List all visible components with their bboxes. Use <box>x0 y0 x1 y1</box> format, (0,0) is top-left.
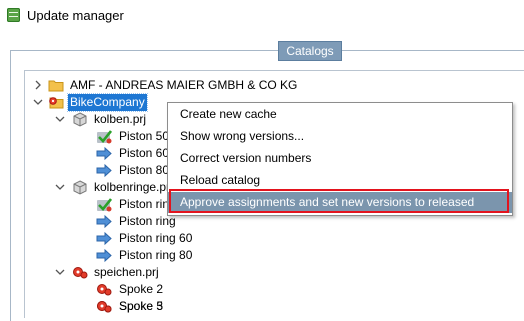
tree-node-label: Piston 50 <box>119 129 170 143</box>
tree-node-label: Spoke 5 <box>119 299 164 313</box>
check-icon <box>96 197 113 212</box>
spoke-gear-icon <box>96 299 112 314</box>
tree-node-label: kolben.prj <box>94 112 147 126</box>
menu-item-create-new-cache[interactable]: Create new cache <box>168 104 512 125</box>
project-cube-icon <box>72 180 88 195</box>
tree-node-spoke-2[interactable]: Spoke 2 <box>25 264 524 296</box>
window-title: Update manager <box>27 8 124 23</box>
chevron-down-icon[interactable] <box>55 114 65 124</box>
database-icon <box>7 8 20 22</box>
menu-item-correct-version-numbers[interactable]: Correct version numbers <box>168 148 512 169</box>
folder-gear-icon <box>48 95 64 110</box>
tree-node-piston-ring-80[interactable]: Piston ring 80 <box>25 230 524 263</box>
tree-node-spoke-5[interactable]: Spoke 5 <box>25 298 524 315</box>
project-cube-icon <box>72 112 88 127</box>
arrow-right-icon <box>96 146 112 161</box>
tree-node-spoke-3[interactable]: Spoke 3 <box>25 281 524 313</box>
tree-node-amf[interactable]: AMF - ANDREAS MAIER GMBH & CO KG <box>25 77 524 94</box>
tree-node-label: BikeCompany <box>67 93 148 112</box>
menu-item-reload-catalog[interactable]: Reload catalog <box>168 170 512 191</box>
chevron-right-icon[interactable] <box>33 80 43 90</box>
tree-node-speichen-prj[interactable]: speichen.prj <box>25 247 524 279</box>
tree-node-label: Piston 80 <box>119 163 170 177</box>
catalogs-header: Catalogs <box>278 41 342 61</box>
highlight-annotation <box>169 189 509 213</box>
tree-node-label: Piston 60 <box>119 146 170 160</box>
chevron-down-icon[interactable] <box>33 97 43 107</box>
arrow-right-icon <box>96 163 112 178</box>
tree-node-label: AMF - ANDREAS MAIER GMBH & CO KG <box>70 78 298 92</box>
chevron-down-icon[interactable] <box>55 182 65 192</box>
menu-item-show-wrong-versions[interactable]: Show wrong versions... <box>168 126 512 147</box>
title-bar: Update manager <box>0 0 524 30</box>
folder-icon <box>48 78 64 93</box>
check-icon <box>96 129 113 144</box>
tree-node-label: kolbenringe.prj <box>94 180 173 194</box>
